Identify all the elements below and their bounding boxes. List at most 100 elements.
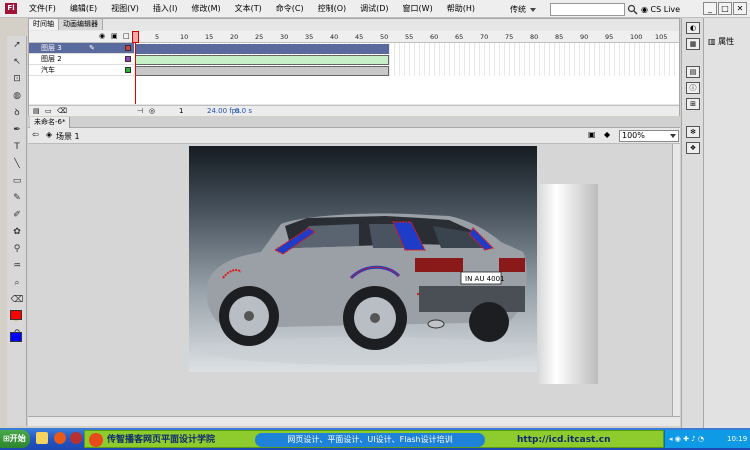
new-layer-icon[interactable]: ▤ (33, 106, 40, 117)
browser-icon[interactable] (54, 432, 66, 444)
banner-url[interactable]: http://icd.itcast.cn (517, 431, 611, 449)
menu-item[interactable]: 编辑(E) (63, 0, 104, 18)
tab-timeline[interactable]: 时间轴 (29, 19, 59, 30)
tab-motion-editor[interactable]: 动画编辑器 (59, 19, 103, 30)
layer-row[interactable]: 图层 3 ✎ (29, 43, 134, 54)
menu-item[interactable]: 帮助(H) (440, 0, 482, 18)
properties-tab[interactable]: ▥ 属性 (708, 36, 734, 47)
stage-area[interactable]: IN AU 4001 (28, 144, 672, 416)
pencil-icon[interactable]: ✎ (8, 190, 26, 206)
components-panel-icon[interactable]: ✻ (686, 126, 700, 138)
stage[interactable]: IN AU 4001 (189, 146, 537, 372)
promo-banner[interactable]: 传智播客网页平面设计学院 网页设计、平面设计、UI设计、Flash设计培训 ht… (84, 430, 664, 448)
menu-item[interactable]: 调试(D) (353, 0, 395, 18)
scene-name[interactable]: 场景 1 (56, 131, 80, 142)
free-transform-icon[interactable]: ⊡ (8, 71, 26, 87)
chevron-down-icon (670, 134, 676, 138)
car-image[interactable]: IN AU 4001 (189, 146, 537, 372)
frame-grid[interactable] (135, 43, 679, 76)
menu-item[interactable]: 修改(M) (184, 0, 227, 18)
clock[interactable]: 10:19 (727, 430, 747, 448)
layer-header: ◉ ▣ □ (29, 31, 134, 43)
start-button[interactable]: ⊞开始 (0, 430, 30, 448)
playhead-handle[interactable] (132, 31, 139, 43)
tray-icons[interactable]: ◂ ◉ ✚ ♪ ◔ (669, 430, 704, 448)
text-icon[interactable]: T (8, 139, 26, 155)
ruler-tick: 100 (630, 33, 643, 41)
eyedropper-icon[interactable]: ⌕ (8, 275, 26, 291)
folder-icon[interactable] (36, 432, 48, 444)
edit-scene-icon[interactable]: ▣ (588, 130, 596, 139)
restore-button[interactable]: □ (718, 2, 732, 15)
onion-skin-icon[interactable]: ◎ (149, 106, 155, 117)
frame-span[interactable] (135, 44, 389, 54)
align-panel-icon[interactable]: ▤ (686, 66, 700, 78)
menu-item[interactable]: 文本(T) (228, 0, 269, 18)
lock-icon[interactable]: ▣ (111, 32, 118, 40)
3d-rotate-icon[interactable]: ◍ (8, 88, 26, 104)
cs-live-button[interactable]: ◉ CS Live (641, 3, 680, 16)
ruler-tick: 10 (180, 33, 189, 41)
paint-bucket-icon[interactable]: ♒ (8, 258, 26, 274)
vertical-scrollbar[interactable] (672, 144, 680, 416)
info-panel-icon[interactable]: ⓘ (686, 82, 700, 94)
banner-title: 传智播客网页平面设计学院 (107, 435, 216, 445)
menu-item[interactable]: 窗口(W) (396, 0, 440, 18)
pen-icon[interactable]: ✒ (8, 122, 26, 138)
new-folder-icon[interactable]: ▭ (45, 106, 52, 117)
search-icon[interactable] (627, 4, 638, 15)
brush-icon[interactable]: ✐ (8, 207, 26, 223)
close-button[interactable]: ✕ (733, 2, 747, 15)
center-frame-icon[interactable]: ⊣ (137, 106, 143, 117)
layer-row[interactable]: 图层 2 (29, 54, 134, 65)
fill-color-swatch[interactable] (10, 332, 22, 342)
outline-icon[interactable]: □ (123, 32, 130, 40)
eye-icon[interactable]: ◉ (99, 32, 105, 40)
gradient-shape[interactable] (538, 184, 598, 384)
layer-row[interactable]: 汽车 (29, 65, 134, 76)
eraser-icon[interactable]: ⌫ (8, 292, 26, 308)
menu-item[interactable]: 视图(V) (104, 0, 146, 18)
bone-icon[interactable]: ⚲ (8, 241, 26, 257)
frame-ruler[interactable]: 1510152025303540455055606570758085909510… (135, 31, 713, 43)
selection-icon[interactable]: ➚ (8, 37, 26, 53)
frame-span[interactable] (135, 55, 389, 65)
rectangle-icon[interactable]: ▭ (8, 173, 26, 189)
frame-span[interactable] (135, 66, 389, 76)
zoom-select[interactable]: 100% (619, 130, 679, 142)
system-tray: ◂ ◉ ✚ ♪ ◔ 10:19 (664, 430, 750, 448)
minimize-button[interactable]: _ (703, 2, 717, 15)
trash-icon[interactable]: ⌫ (57, 106, 67, 117)
subselect-icon[interactable]: ↖ (8, 54, 26, 70)
motion-presets-icon[interactable]: ❖ (686, 142, 700, 154)
timeline-footer: ▤ ▭ ⌫ ⊣ ◎ 1 24.00 fps 0.0 s (29, 105, 679, 116)
menu-item[interactable]: 控制(O) (311, 0, 354, 18)
stroke-color-swatch[interactable] (10, 310, 22, 320)
line-icon[interactable]: ╲ (8, 156, 26, 172)
back-arrow-icon[interactable]: ⇦ (32, 130, 39, 139)
search-input[interactable] (550, 3, 625, 16)
timeline-body: ◉ ▣ □ 图层 3✎ 图层 2 汽车 15101520253035404550… (29, 31, 713, 104)
tools-panel: ➚↖⊡◍ꝺ✒T╲▭✎✐✿⚲♒⌕⌫✋⚲ (7, 36, 27, 426)
transform-panel-icon[interactable]: ⊞ (686, 98, 700, 110)
ruler-tick: 15 (205, 33, 214, 41)
lasso-icon[interactable]: ꝺ (8, 105, 26, 121)
properties-icon: ▥ (708, 37, 719, 46)
menu-item[interactable]: 命令(C) (269, 0, 311, 18)
horizontal-scrollbar[interactable] (28, 416, 680, 426)
current-frame: 1 (179, 107, 184, 115)
menu-item[interactable]: 文件(F) (22, 0, 63, 18)
workspace-switcher[interactable]: 传统 (510, 3, 536, 16)
deco-icon[interactable]: ✿ (8, 224, 26, 240)
ruler-tick: 25 (255, 33, 264, 41)
windows-logo-icon: ⊞ (3, 434, 10, 443)
menu-item[interactable]: 插入(I) (146, 0, 185, 18)
edit-symbol-icon[interactable]: ◆ (604, 130, 610, 139)
svg-text:IN AU 4001: IN AU 4001 (465, 275, 504, 283)
panel-dock-icons: ◐ ▦ ▤ ⓘ ⊞ ✻ ❖ (681, 18, 703, 428)
ruler-tick: 45 (355, 33, 364, 41)
swatches-panel-icon[interactable]: ▦ (686, 38, 700, 50)
media-player-icon[interactable] (70, 432, 82, 444)
color-panel-icon[interactable]: ◐ (686, 22, 700, 34)
document-tab[interactable]: 未命名-6* (30, 117, 71, 128)
